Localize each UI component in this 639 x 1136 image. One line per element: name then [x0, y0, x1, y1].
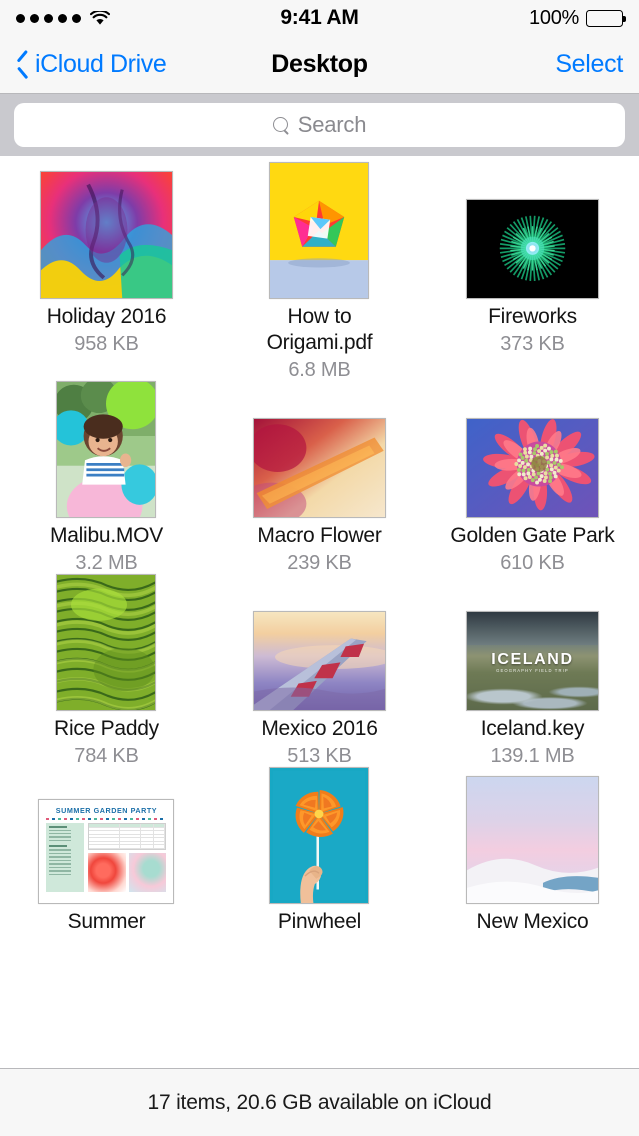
- file-thumbnail-ricepaddy: [56, 574, 157, 711]
- file-name: Malibu.MOV: [49, 524, 163, 547]
- status-bar: 9:41 AM 100%: [0, 0, 639, 36]
- file-item[interactable]: Pinwheel: [213, 767, 426, 935]
- file-size: 513 KB: [287, 745, 352, 767]
- file-thumbnail-container: [426, 769, 639, 909]
- file-thumbnail-container: [213, 576, 426, 716]
- file-size: 3.2 MB: [75, 552, 138, 574]
- file-grid-scroll-area[interactable]: Holiday 2016 958 KB How to Origami.pdf 6.8…: [0, 156, 639, 1068]
- file-labels: Fireworks 373 KB: [482, 304, 583, 357]
- file-item[interactable]: How to Origami.pdf 6.8 MB: [213, 162, 426, 383]
- search-placeholder: Search: [297, 112, 367, 137]
- file-thumbnail-container: [0, 381, 213, 523]
- file-thumbnail-container: [0, 164, 213, 304]
- back-button[interactable]: iCloud Drive: [16, 50, 167, 79]
- file-size: 239 KB: [287, 552, 352, 574]
- file-labels: Holiday 2016 958 KB: [41, 304, 173, 357]
- file-size: 610 KB: [500, 552, 565, 574]
- battery-percent-label: 100%: [529, 6, 579, 29]
- status-bar-right: 100%: [529, 6, 626, 30]
- file-name: Pinwheel: [277, 910, 362, 933]
- file-labels: How to Origami.pdf 6.8 MB: [228, 304, 410, 383]
- file-size: 139.1 MB: [490, 745, 575, 767]
- file-name: Golden Gate Park: [450, 524, 615, 547]
- file-thumbnail-pinwheel: [269, 767, 370, 904]
- file-size: 6.8 MB: [288, 359, 351, 381]
- file-size: 373 KB: [500, 333, 565, 355]
- file-thumbnail-mexico: [252, 611, 386, 711]
- search-input[interactable]: Search: [14, 103, 625, 147]
- file-thumbnail-container: [426, 164, 639, 304]
- file-thumbnail-newmexico: [465, 776, 599, 904]
- file-thumbnail-summer: SUMMER GARDEN PARTY: [38, 799, 175, 904]
- storage-status-label: 17 items, 20.6 GB available on iCloud: [147, 1090, 492, 1114]
- file-thumbnail-container: SUMMER GARDEN PARTY: [0, 769, 213, 909]
- file-labels: New Mexico: [471, 909, 595, 935]
- file-thumbnail-container: [426, 383, 639, 523]
- chevron-left-icon: [16, 53, 30, 77]
- file-name: Iceland.key: [480, 717, 585, 740]
- file-thumbnail-macro: [252, 418, 386, 518]
- file-labels: Iceland.key 139.1 MB: [475, 716, 590, 769]
- file-item[interactable]: Fireworks 373 KB: [426, 164, 639, 383]
- bottom-toolbar: 17 items, 20.6 GB available on iCloud: [0, 1068, 639, 1136]
- file-thumbnail-ggpark: [465, 418, 599, 518]
- file-thumbnail-container: [213, 162, 426, 304]
- file-size: 784 KB: [74, 745, 139, 767]
- file-labels: Summer: [62, 909, 152, 935]
- file-thumbnail-malibu: [56, 381, 157, 518]
- file-thumbnail-container: ICELAND GEOGRAPHY FIELD TRIP: [426, 576, 639, 716]
- file-thumbnail-holiday: [39, 171, 173, 299]
- file-thumbnail-iceland: ICELAND GEOGRAPHY FIELD TRIP: [465, 611, 599, 711]
- navigation-bar: iCloud Drive Desktop Select: [0, 36, 639, 94]
- file-thumbnail-fireworks: [465, 199, 599, 299]
- file-grid: Holiday 2016 958 KB How to Origami.pdf 6.8…: [0, 156, 639, 935]
- file-name: Holiday 2016: [46, 305, 167, 328]
- file-item[interactable]: New Mexico: [426, 769, 639, 935]
- file-labels: Rice Paddy 784 KB: [48, 716, 165, 769]
- file-size: 958 KB: [74, 333, 139, 355]
- file-labels: Macro Flower 239 KB: [251, 523, 387, 576]
- file-name: Mexico 2016: [261, 717, 378, 740]
- file-name: How to Origami.pdf: [266, 305, 373, 354]
- file-thumbnail-container: [213, 383, 426, 523]
- file-labels: Mexico 2016 513 KB: [255, 716, 383, 769]
- file-thumbnail-container: [0, 574, 213, 716]
- file-item[interactable]: Malibu.MOV 3.2 MB: [0, 381, 213, 576]
- select-button[interactable]: Select: [555, 50, 623, 79]
- file-item[interactable]: Rice Paddy 784 KB: [0, 574, 213, 769]
- file-item[interactable]: Holiday 2016 958 KB: [0, 164, 213, 383]
- file-labels: Pinwheel: [272, 909, 367, 935]
- file-thumbnail-container: [213, 767, 426, 909]
- file-labels: Malibu.MOV 3.2 MB: [44, 523, 169, 576]
- back-button-label: iCloud Drive: [35, 50, 167, 78]
- search-icon: [272, 116, 290, 134]
- file-name: Macro Flower: [257, 524, 382, 547]
- file-name: New Mexico: [476, 910, 589, 933]
- file-thumbnail-origami: [269, 162, 370, 299]
- file-item[interactable]: Mexico 2016 513 KB: [213, 576, 426, 769]
- file-labels: Golden Gate Park 610 KB: [444, 523, 620, 576]
- file-name: Fireworks: [488, 305, 577, 328]
- file-item[interactable]: Golden Gate Park 610 KB: [426, 383, 639, 576]
- search-bar-container: Search: [0, 94, 639, 156]
- file-name: Rice Paddy: [54, 717, 159, 740]
- file-item[interactable]: Macro Flower 239 KB: [213, 383, 426, 576]
- file-item[interactable]: ICELAND GEOGRAPHY FIELD TRIP Iceland.key…: [426, 576, 639, 769]
- file-name: Summer: [67, 910, 146, 933]
- battery-full-icon: [586, 9, 626, 27]
- file-item[interactable]: SUMMER GARDEN PARTY Summer: [0, 769, 213, 935]
